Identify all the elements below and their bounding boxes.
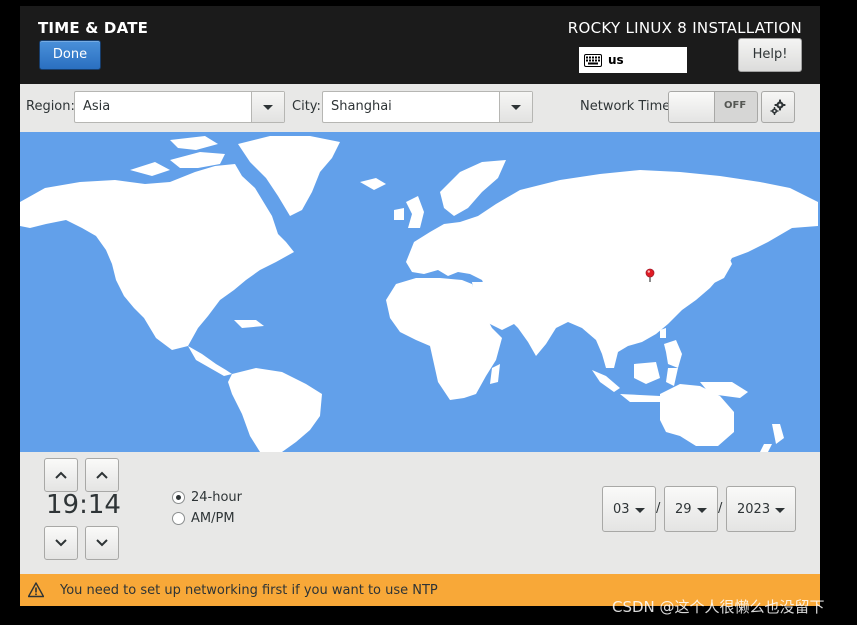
landmass (20, 136, 818, 452)
switch-knob[interactable] (669, 92, 715, 122)
region-dropdown-arrow[interactable] (251, 92, 284, 122)
month-combo[interactable]: 03 (602, 486, 656, 532)
header-bar: TIME & DATE Done ROCKY LINUX 8 INSTALLAT… (20, 6, 820, 84)
date-separator: / (656, 501, 661, 516)
city-value: Shanghai (331, 99, 392, 114)
product-title: ROCKY LINUX 8 INSTALLATION (567, 19, 802, 37)
keyboard-layout-label: us (608, 53, 624, 67)
chevron-up-icon (96, 471, 108, 479)
screen-title: TIME & DATE (38, 19, 149, 37)
day-combo[interactable]: 29 (664, 486, 718, 532)
format-ampm-label: AM/PM (191, 511, 235, 526)
chevron-down-icon (263, 104, 273, 110)
hour-up-button[interactable] (44, 458, 78, 492)
network-time-switch[interactable]: OFF (668, 91, 758, 123)
help-button[interactable]: Help! (738, 38, 802, 72)
world-map[interactable] (20, 132, 820, 452)
day-value: 29 (675, 502, 692, 517)
gear-icon (770, 99, 786, 115)
keyboard-icon (584, 53, 602, 67)
chevron-down-icon (775, 508, 785, 513)
city-label: City: (292, 99, 321, 114)
chevron-down-icon (697, 508, 707, 513)
ntp-config-button[interactable] (761, 91, 795, 123)
minute-up-button[interactable] (85, 458, 119, 492)
year-value: 2023 (737, 502, 771, 517)
chevron-down-icon (635, 508, 645, 513)
format-ampm-radio[interactable]: AM/PM (172, 511, 235, 526)
city-combo[interactable]: Shanghai (322, 91, 533, 123)
timezone-toolbar: Region: Asia City: Shanghai Network Time… (20, 84, 820, 132)
format-24-hour-radio[interactable]: 24-hour (172, 490, 242, 505)
radio-dot[interactable] (172, 512, 185, 525)
installer-window: TIME & DATE Done ROCKY LINUX 8 INSTALLAT… (20, 6, 820, 606)
chevron-down-icon (96, 539, 108, 547)
time-display: 19:14 (46, 490, 121, 520)
region-label: Region: (26, 99, 75, 114)
warning-text: You need to set up networking first if y… (60, 582, 438, 598)
watermark: CSDN @这个人很懒么也没留下 (612, 598, 825, 616)
year-combo[interactable]: 2023 (726, 486, 796, 532)
warning-icon (28, 582, 44, 598)
chevron-up-icon (55, 471, 67, 479)
hour-down-button[interactable] (44, 526, 78, 560)
network-time-state: OFF (724, 100, 747, 111)
chevron-down-icon (55, 539, 67, 547)
keyboard-layout-indicator[interactable]: us (579, 47, 687, 73)
city-dropdown-arrow[interactable] (499, 92, 532, 122)
format-24-hour-label: 24-hour (191, 490, 243, 505)
date-separator: / (718, 501, 723, 516)
time-date-panel: 19:14 24-hour AM/PM 03 / 29 / 2023 (20, 452, 820, 574)
done-button[interactable]: Done (39, 40, 101, 70)
timezone-map[interactable] (20, 132, 820, 452)
chevron-down-icon (511, 104, 521, 110)
region-combo[interactable]: Asia (74, 91, 285, 123)
network-time-label: Network Time (580, 99, 671, 114)
minute-down-button[interactable] (85, 526, 119, 560)
region-value: Asia (83, 99, 111, 114)
month-value: 03 (613, 502, 630, 517)
radio-dot[interactable] (172, 491, 185, 504)
